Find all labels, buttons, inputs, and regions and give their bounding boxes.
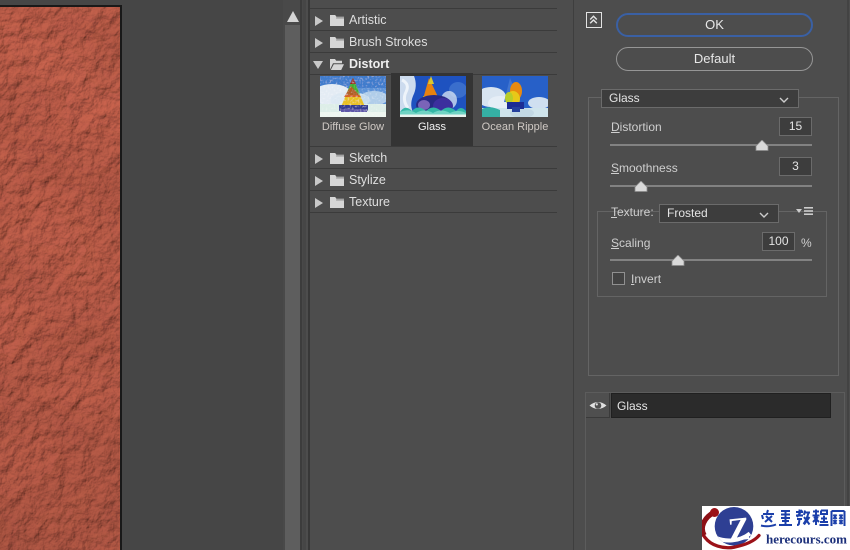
svg-text:Z: Z xyxy=(726,511,752,549)
svg-text:herecours.com: herecours.com xyxy=(766,532,847,547)
